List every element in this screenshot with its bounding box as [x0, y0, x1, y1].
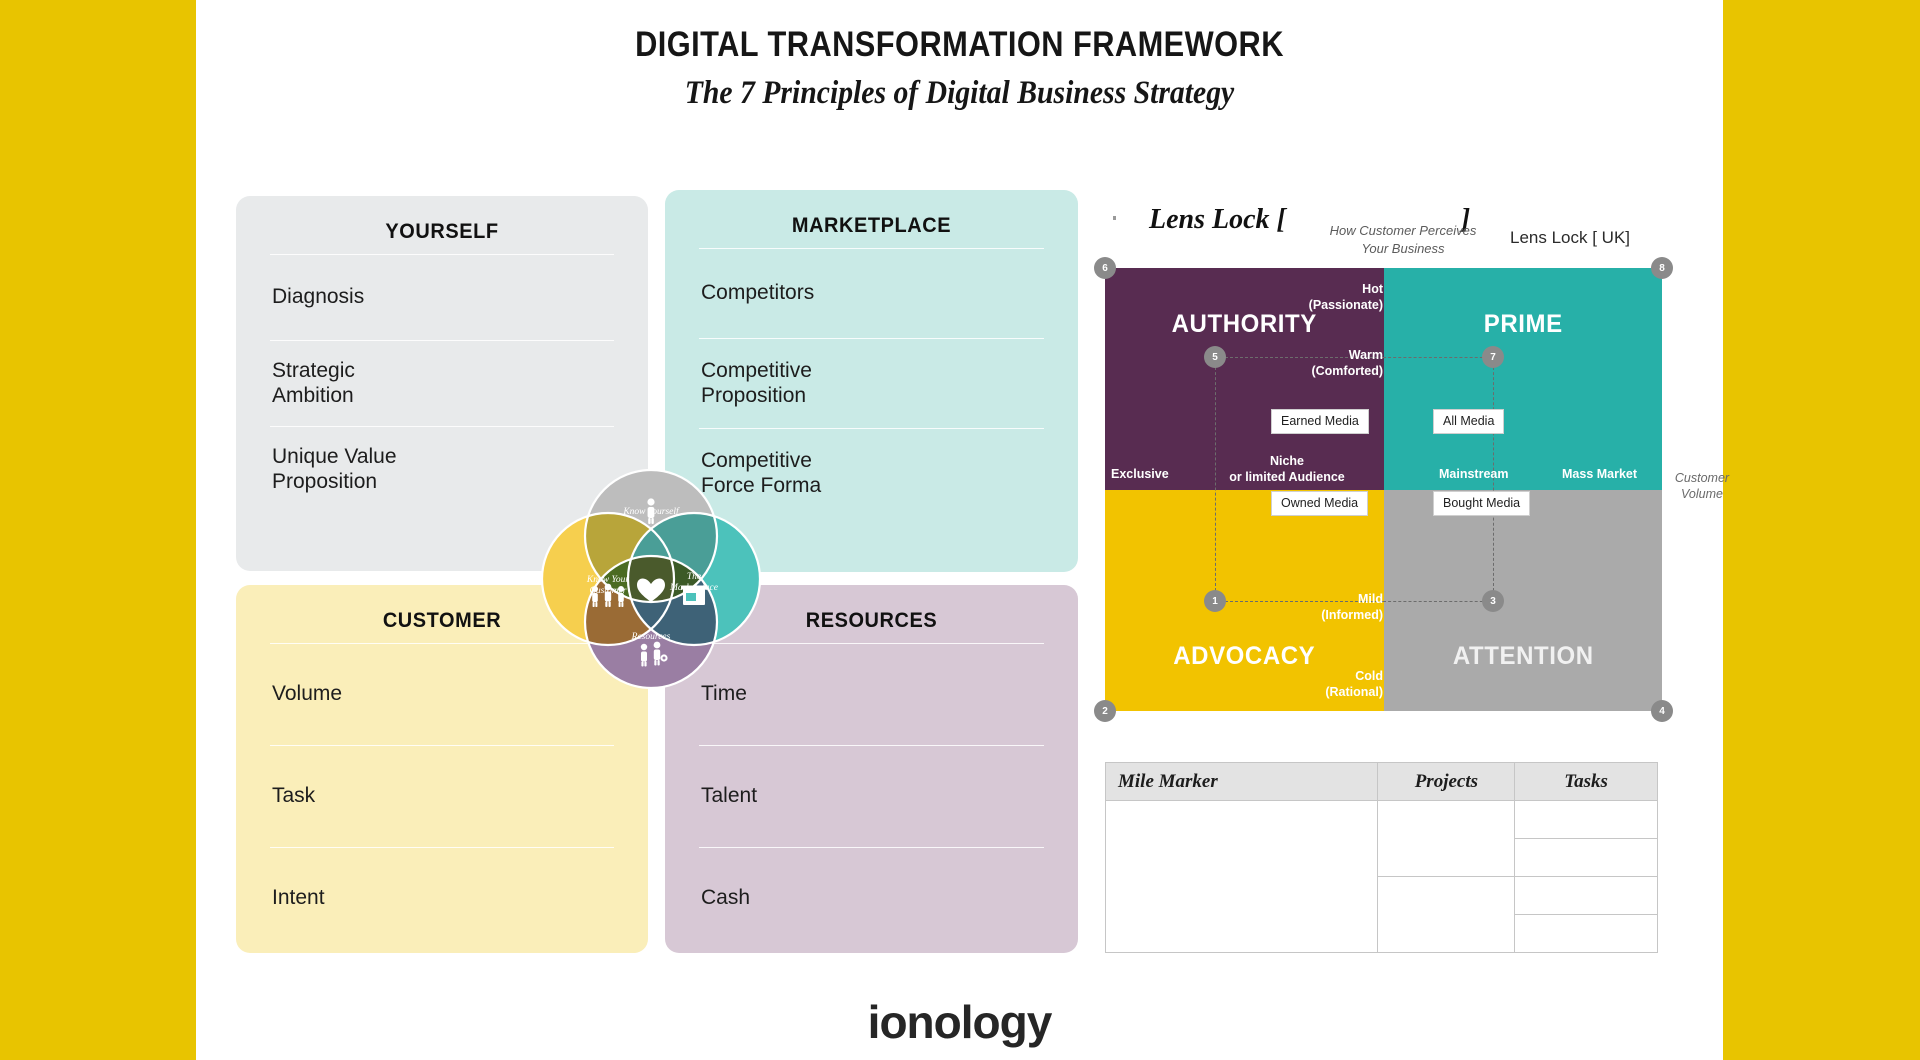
x-tick-mainstream: Mainstream — [1439, 467, 1509, 481]
media-box-all[interactable]: All Media — [1433, 409, 1505, 434]
table-header-row: Mile Marker Projects Tasks — [1104, 762, 1658, 801]
panel-row-label: Task — [272, 784, 316, 808]
table-cell-task[interactable] — [1514, 838, 1658, 877]
panel-row[interactable]: Talent — [699, 745, 1044, 847]
y-tick-mild: Mild (Informed) — [1321, 592, 1383, 622]
panel-row-label: Cash — [701, 886, 751, 910]
mile-marker-table[interactable]: Mile Marker Projects Tasks — [1104, 762, 1658, 953]
panel-row-label: Unique Value Proposition — [272, 444, 397, 493]
quadrant-advocacy-label: ADVOCACY — [1173, 642, 1316, 670]
media-box-earned[interactable]: Earned Media — [1271, 409, 1369, 434]
matrix-y-axis-label: Customer Volume — [1674, 471, 1730, 502]
panel-row-label: Volume — [272, 682, 343, 706]
lenslock-heading-prefix: Lens Lock [ — [1149, 204, 1286, 235]
venn-diagram[interactable]: Know Yourself Know Your Customer The Marke… — [520, 448, 782, 698]
guide-line-upper-right-horizontal — [1383, 357, 1493, 358]
matrix-node-2[interactable]: 2 — [1094, 700, 1116, 722]
lenslock-matrix[interactable]: AUTHORITY PRIME ADVOCACY ATTENTION Hot (P… — [1094, 257, 1673, 722]
guide-line-lower-right-horizontal — [1383, 601, 1493, 602]
panel-row-label: Talent — [701, 784, 758, 808]
media-box-bought[interactable]: Bought Media — [1433, 491, 1531, 516]
title-block: DIGITAL TRANSFORMATION FRAMEWORK The 7 P… — [196, 25, 1723, 111]
table-cell-project[interactable] — [1377, 876, 1516, 953]
panel-row[interactable]: Competitors — [699, 248, 1044, 338]
table-row[interactable] — [1104, 800, 1658, 953]
x-tick-niche: Niche or limited Audience — [1229, 454, 1345, 484]
panel-yourself-title: YOURSELF — [385, 220, 499, 243]
panel-row-label: Competitive Proposition — [701, 358, 812, 407]
venn-label-resources: Resources — [631, 632, 671, 642]
y-tick-cold: Cold (Rational) — [1325, 669, 1383, 699]
table-header-projects: Projects — [1377, 762, 1516, 801]
table-cell-mile-marker[interactable] — [1104, 800, 1379, 953]
y-tick-hot: Hot (Passionate) — [1308, 282, 1383, 312]
venn-label-know-your-customer: Know Your Customer — [586, 575, 629, 596]
table-cell-task[interactable] — [1514, 914, 1658, 953]
quadrant-authority-label: AUTHORITY — [1171, 310, 1317, 338]
table-cell-task[interactable] — [1514, 876, 1658, 915]
panel-row[interactable]: Competitive Proposition — [699, 338, 1044, 428]
panel-row[interactable]: Cash — [699, 847, 1044, 949]
panel-marketplace-title: MARKETPLACE — [791, 214, 952, 237]
media-box-owned[interactable]: Owned Media — [1271, 491, 1369, 516]
right-yellow-band — [1723, 0, 1920, 1060]
matrix-x-axis-caption: How Customer Perceives Your Business — [1329, 223, 1477, 256]
quadrant-attention-label: ATTENTION — [1452, 642, 1594, 670]
table-header-tasks: Tasks — [1514, 762, 1658, 801]
panel-row[interactable]: Task — [270, 745, 614, 847]
venn-svg: Know Yourself Know Your Customer The Marke… — [540, 468, 762, 690]
matrix-node-3[interactable]: 3 — [1482, 590, 1504, 612]
panel-row[interactable]: Diagnosis — [270, 254, 614, 340]
panel-row-label: Strategic Ambition — [272, 358, 355, 407]
table-cell-project[interactable] — [1377, 800, 1516, 877]
quadrant-prime-label: PRIME — [1483, 310, 1563, 338]
matrix-node-7[interactable]: 7 — [1482, 346, 1504, 368]
matrix-node-6[interactable]: 6 — [1094, 257, 1116, 279]
tiny-marker-dot — [1113, 216, 1116, 220]
quadrant-prime[interactable]: PRIME — [1383, 268, 1662, 490]
y-tick-warm: Warm (Comforted) — [1311, 348, 1383, 378]
matrix-node-1[interactable]: 1 — [1204, 590, 1226, 612]
matrix-node-4[interactable]: 4 — [1651, 700, 1673, 722]
panel-row-label: Diagnosis — [272, 285, 365, 309]
matrix-node-5[interactable]: 5 — [1204, 346, 1226, 368]
x-tick-exclusive: Exclusive — [1111, 467, 1169, 481]
page-subtitle: The 7 Principles of Digital Business Str… — [684, 74, 1235, 111]
table-cell-task[interactable] — [1514, 800, 1658, 839]
panel-row-label: Intent — [272, 886, 325, 910]
ionology-logo: ionology — [867, 996, 1053, 1048]
matrix-node-8[interactable]: 8 — [1651, 257, 1673, 279]
table-header-mile-marker: Mile Marker — [1104, 762, 1379, 801]
venn-label-know-yourself: Know Yourself — [622, 506, 680, 517]
left-yellow-band — [0, 0, 196, 1060]
panel-row-label: Competitors — [701, 281, 815, 305]
panel-row[interactable]: Intent — [270, 847, 614, 949]
x-tick-mass-market: Mass Market — [1562, 467, 1638, 481]
lenslock-region-label: Lens Lock [ UK] — [1510, 228, 1631, 247]
panel-row[interactable]: Strategic Ambition — [270, 340, 614, 426]
page-title: DIGITAL TRANSFORMATION FRAMEWORK — [635, 25, 1284, 64]
